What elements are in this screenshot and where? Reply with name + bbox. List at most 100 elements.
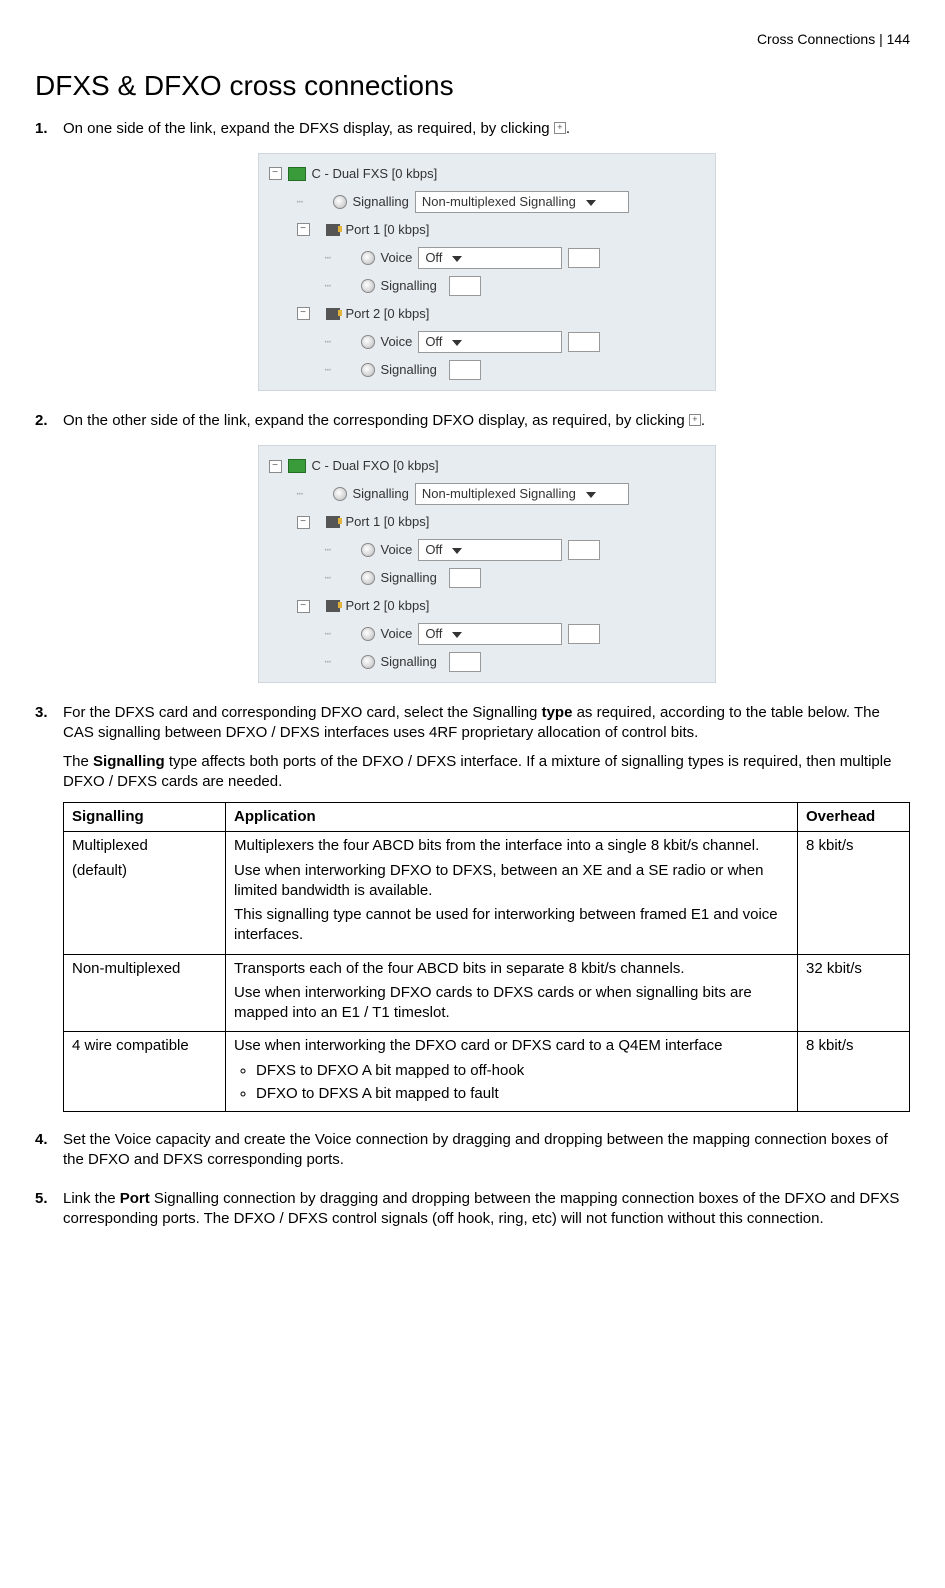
step-text-tail: . — [701, 412, 705, 429]
step-2: 2. On the other side of the link, expand… — [35, 411, 910, 683]
tree-connector: ⋯ — [325, 335, 353, 350]
voice-field[interactable] — [568, 624, 600, 644]
step-text-bold: Port — [120, 1190, 150, 1207]
voice-field[interactable] — [568, 332, 600, 352]
cell-app: Use when interworking the DFXO card or D… — [226, 1032, 798, 1112]
tree-connector: ⋯ — [297, 487, 325, 502]
th-signalling: Signalling — [64, 803, 226, 832]
step-number: 3. — [35, 703, 48, 723]
collapse-icon[interactable]: − — [297, 307, 310, 320]
step-number: 1. — [35, 119, 48, 139]
port2-label: Port 2 [0 kbps] — [346, 597, 430, 615]
page-title: DFXS & DFXO cross connections — [35, 67, 910, 105]
node-icon — [361, 543, 375, 557]
port1-label: Port 1 [0 kbps] — [346, 221, 430, 239]
node-icon — [361, 279, 375, 293]
port-signalling-label: Signalling — [381, 361, 437, 379]
signalling-field[interactable] — [449, 360, 481, 380]
breadcrumb: Cross Connections | 144 — [35, 30, 910, 49]
port1-label: Port 1 [0 kbps] — [346, 513, 430, 531]
signalling-field[interactable] — [449, 652, 481, 672]
step-text-b: Signalling connection by dragging and dr… — [63, 1190, 899, 1227]
step-text-tail: . — [566, 120, 570, 137]
chevron-down-icon — [452, 548, 462, 554]
collapse-icon[interactable]: − — [297, 516, 310, 529]
cell-ovh: 8 kbit/s — [798, 832, 910, 954]
collapse-icon[interactable]: − — [297, 223, 310, 236]
chevron-down-icon — [586, 492, 596, 498]
cell-sig: Non-multiplexed — [64, 954, 226, 1032]
chevron-down-icon — [586, 200, 596, 206]
voice-field[interactable] — [568, 540, 600, 560]
signalling-label: Signalling — [353, 485, 409, 503]
voice-select[interactable]: Off — [418, 331, 562, 353]
node-icon — [361, 335, 375, 349]
voice-label: Voice — [381, 625, 413, 643]
table-row: 4 wire compatible Use when interworking … — [64, 1032, 910, 1112]
voice-select[interactable]: Off — [418, 623, 562, 645]
tree-connector: ⋯ — [297, 195, 325, 210]
plus-icon: + — [689, 414, 701, 426]
tree-dfxo: − C - Dual FXO [0 kbps] ⋯ Signalling Non… — [258, 445, 716, 683]
signalling-select[interactable]: Non-multiplexed Signalling — [415, 191, 629, 213]
port-icon — [326, 308, 340, 320]
th-overhead: Overhead — [798, 803, 910, 832]
step-1: 1. On one side of the link, expand the D… — [35, 119, 910, 391]
tree-root-label: C - Dual FXS [0 kbps] — [312, 165, 438, 183]
step3-para2-bold: Signalling — [93, 753, 165, 770]
tree-connector: ⋯ — [325, 279, 353, 294]
tree-connector: ⋯ — [325, 543, 353, 558]
node-icon — [333, 195, 347, 209]
node-icon — [361, 363, 375, 377]
signalling-field[interactable] — [449, 568, 481, 588]
tree-connector: ⋯ — [325, 251, 353, 266]
port-signalling-label: Signalling — [381, 569, 437, 587]
port-icon — [326, 516, 340, 528]
node-icon — [361, 571, 375, 585]
step-text-a: Link the — [63, 1190, 120, 1207]
card-icon — [288, 459, 306, 473]
step-number: 5. — [35, 1189, 48, 1209]
voice-label: Voice — [381, 333, 413, 351]
voice-label: Voice — [381, 541, 413, 559]
table-row: Non-multiplexed Transports each of the f… — [64, 954, 910, 1032]
plus-icon: + — [554, 122, 566, 134]
table-header-row: Signalling Application Overhead — [64, 803, 910, 832]
voice-select[interactable]: Off — [418, 247, 562, 269]
step-number: 4. — [35, 1130, 48, 1150]
chevron-down-icon — [452, 632, 462, 638]
signalling-field[interactable] — [449, 276, 481, 296]
tree-connector: ⋯ — [325, 627, 353, 642]
step-number: 2. — [35, 411, 48, 431]
port-icon — [326, 600, 340, 612]
cell-sig: Multiplexed (default) — [64, 832, 226, 954]
collapse-icon[interactable]: − — [269, 460, 282, 473]
cell-sig: 4 wire compatible — [64, 1032, 226, 1112]
node-icon — [333, 487, 347, 501]
chevron-down-icon — [452, 340, 462, 346]
voice-field[interactable] — [568, 248, 600, 268]
th-application: Application — [226, 803, 798, 832]
step3-para1a: For the DFXS card and corresponding DFXO… — [63, 704, 542, 721]
step-5: 5. Link the Port Signalling connection b… — [35, 1189, 910, 1230]
port-icon — [326, 224, 340, 236]
step-4: 4. Set the Voice capacity and create the… — [35, 1130, 910, 1171]
voice-select[interactable]: Off — [418, 539, 562, 561]
step-text: On the other side of the link, expand th… — [63, 412, 689, 429]
list-item: DFXS to DFXO A bit mapped to off-hook — [256, 1061, 789, 1081]
cell-app: Transports each of the four ABCD bits in… — [226, 954, 798, 1032]
step3-para2a: The — [63, 753, 93, 770]
signalling-select[interactable]: Non-multiplexed Signalling — [415, 483, 629, 505]
node-icon — [361, 251, 375, 265]
voice-label: Voice — [381, 249, 413, 267]
collapse-icon[interactable]: − — [269, 167, 282, 180]
tree-root-label: C - Dual FXO [0 kbps] — [312, 457, 439, 475]
table-row: Multiplexed (default) Multiplexers the f… — [64, 832, 910, 954]
tree-connector: ⋯ — [325, 363, 353, 378]
card-icon — [288, 167, 306, 181]
cell-ovh: 32 kbit/s — [798, 954, 910, 1032]
collapse-icon[interactable]: − — [297, 600, 310, 613]
signalling-label: Signalling — [353, 193, 409, 211]
step-text: On one side of the link, expand the DFXS… — [63, 120, 554, 137]
step-3: 3. For the DFXS card and corresponding D… — [35, 703, 910, 1112]
